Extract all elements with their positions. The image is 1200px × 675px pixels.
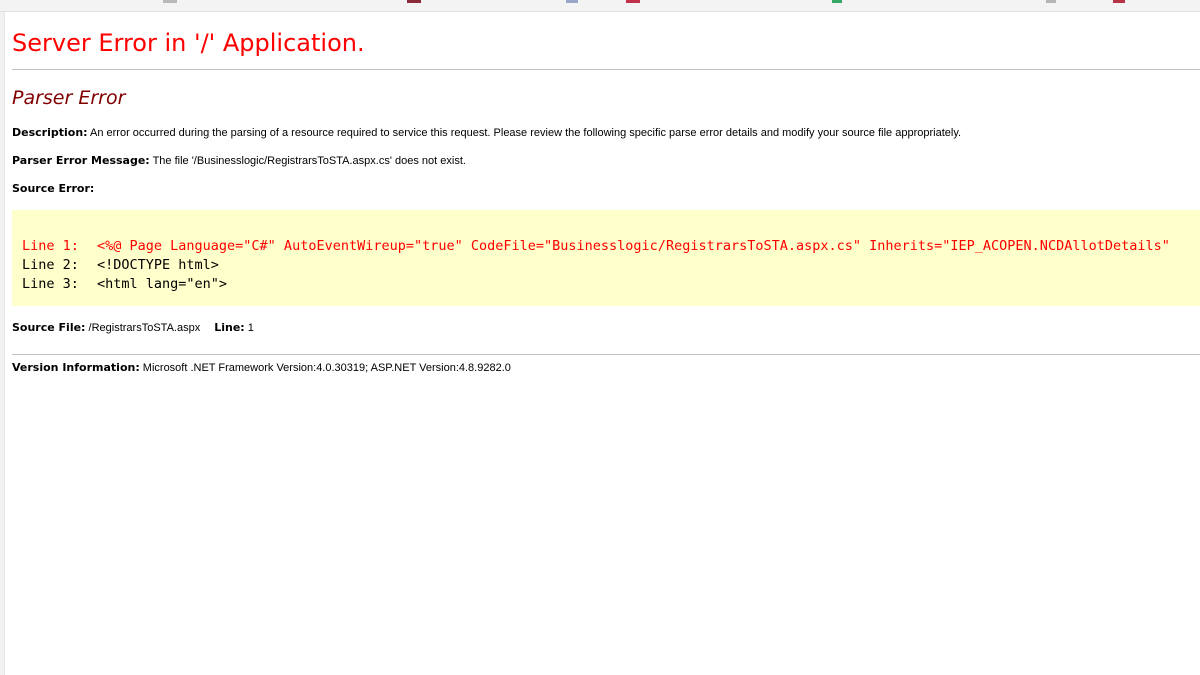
source-file-value: /RegistrarsToSTA.aspx <box>88 322 201 334</box>
code-text: <html lang="en"> <box>97 276 228 292</box>
tab-favicon-mark <box>163 0 177 3</box>
line-number: Line 2: <box>22 257 79 273</box>
source-file-label: Source File: <box>12 321 86 334</box>
line-number: Line 1: <box>22 238 79 254</box>
divider <box>12 69 1200 70</box>
description-line: Description: An error occurred during th… <box>12 126 961 140</box>
parser-error-message-label: Parser Error Message: <box>12 154 150 167</box>
description-label: Description: <box>12 126 88 139</box>
browser-tab-strip <box>0 0 1200 12</box>
source-code-block: Line 1: <%@ Page Language="C#" AutoEventW… <box>12 210 1200 306</box>
tab-favicon-mark <box>407 0 421 3</box>
line-label: Line: <box>214 321 245 334</box>
tab-favicon-mark <box>1113 0 1125 3</box>
window-left-edge <box>0 12 5 675</box>
source-error-label: Source Error: <box>12 182 95 195</box>
code-text: <!DOCTYPE html> <box>97 257 219 273</box>
version-information-label: Version Information: <box>12 361 140 374</box>
tab-favicon-mark <box>1046 0 1056 3</box>
tab-favicon-mark <box>626 0 640 3</box>
page-title: Server Error in '/' Application. <box>12 29 365 57</box>
source-error-line: Source Error: <box>12 182 94 196</box>
code-text: <%@ Page Language="C#" AutoEventWireup="… <box>97 238 1170 254</box>
tab-favicon-mark <box>566 0 578 3</box>
source-file-line: Source File: /RegistrarsToSTA.aspx Line: … <box>12 321 254 335</box>
code-line-3: Line 3: <html lang="en"> <box>22 275 227 294</box>
line-number: Line 3: <box>22 276 79 292</box>
error-type-heading: Parser Error <box>12 87 126 109</box>
description-text: An error occurred during the parsing of … <box>90 127 962 139</box>
tab-favicon-mark <box>832 0 842 3</box>
version-information-text: Microsoft .NET Framework Version:4.0.303… <box>142 362 511 374</box>
parser-error-message-text: The file '/Businesslogic/RegistrarsToSTA… <box>152 155 466 167</box>
version-information-line: Version Information: Microsoft .NET Fram… <box>12 361 511 375</box>
line-value: 1 <box>247 322 254 334</box>
divider <box>12 354 1200 355</box>
parser-error-message-line: Parser Error Message: The file '/Busines… <box>12 154 466 168</box>
code-line-1: Line 1: <%@ Page Language="C#" AutoEventW… <box>22 237 1170 256</box>
code-line-2: Line 2: <!DOCTYPE html> <box>22 256 219 275</box>
